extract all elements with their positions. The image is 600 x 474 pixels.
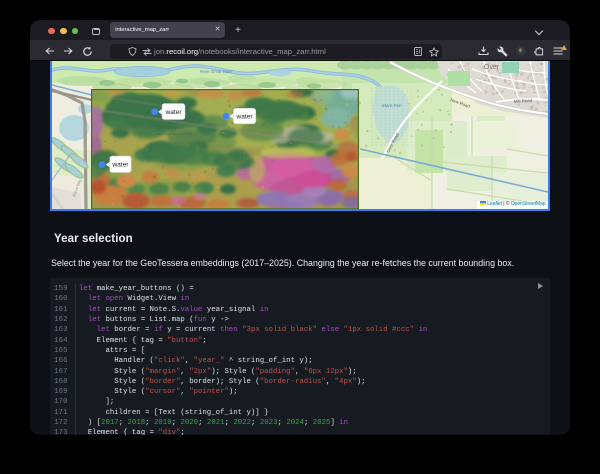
svg-text:water: water bbox=[235, 113, 253, 120]
svg-text:water: water bbox=[111, 162, 129, 169]
svg-text:Over: Over bbox=[484, 64, 500, 71]
svg-text:Mare Fen: Mare Fen bbox=[382, 103, 402, 108]
svg-text:water: water bbox=[164, 109, 182, 116]
svg-text:River Great Ouse: River Great Ouse bbox=[200, 69, 233, 74]
svg-text:Low Fen Drove Way: Low Fen Drove Way bbox=[156, 131, 192, 136]
svg-text:Fen Drayton: Fen Drayton bbox=[158, 125, 184, 130]
